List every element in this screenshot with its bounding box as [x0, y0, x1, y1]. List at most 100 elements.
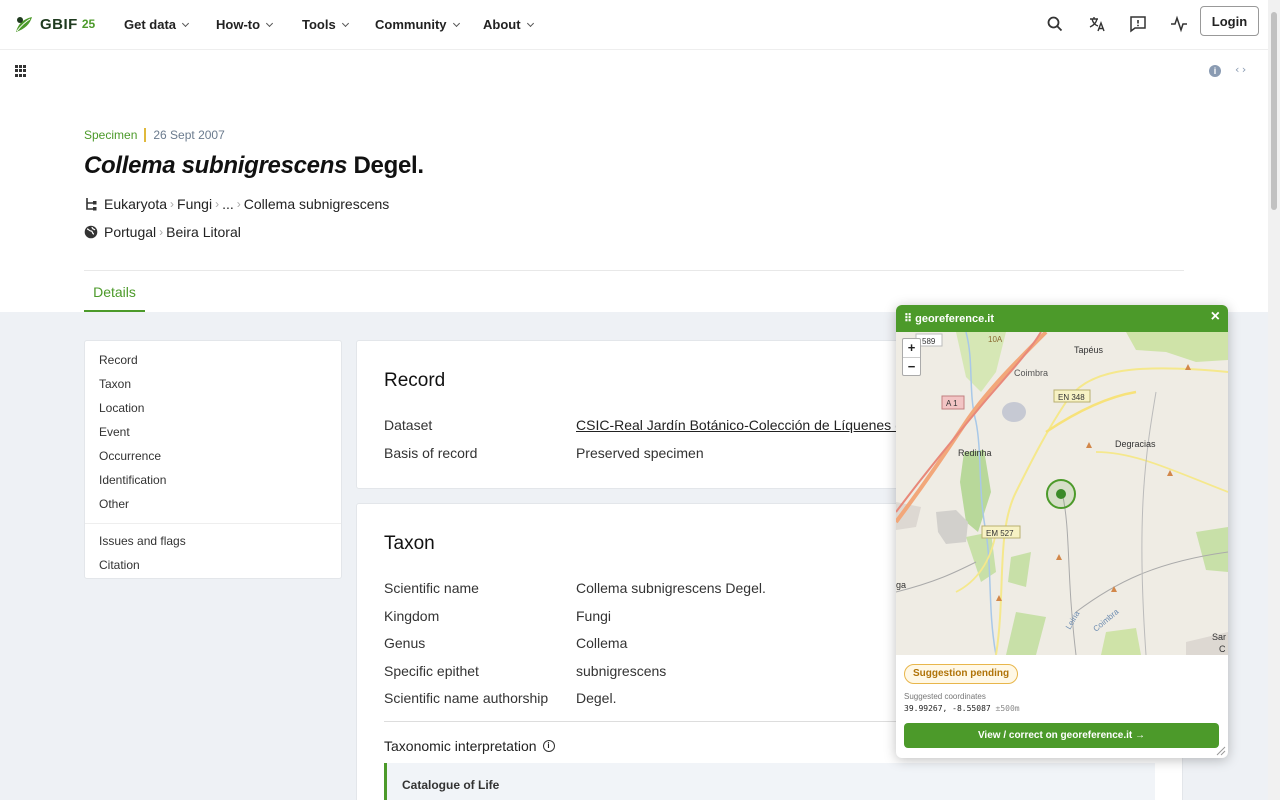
resize-handle-icon[interactable] — [1216, 746, 1226, 756]
activity-icon[interactable] — [1170, 15, 1188, 33]
coords-value: 39.99267, -8.55087 — [904, 704, 991, 713]
feedback-icon[interactable] — [1129, 15, 1147, 33]
map-label: Degracias — [1115, 439, 1156, 449]
sidebar-divider — [85, 523, 341, 524]
sidebar-item-other[interactable]: Other — [85, 495, 341, 519]
page-scrollbar[interactable] — [1268, 0, 1280, 800]
record-type: Specimen — [84, 128, 138, 142]
breadcrumb-item[interactable]: Fungi — [177, 196, 212, 212]
sidebar-item-identification[interactable]: Identification — [85, 471, 341, 495]
chevron-down-icon — [341, 19, 349, 27]
row-label: Specific epithet — [384, 663, 479, 679]
nav-how-to[interactable]: How-to — [216, 17, 274, 32]
location-breadcrumb: Portugal › Beira Litoral — [84, 222, 1184, 242]
taxon-card-title: Taxon — [384, 533, 435, 554]
row-label: Kingdom — [384, 608, 440, 624]
logo-text: GBIF — [40, 15, 78, 33]
breadcrumb-item[interactable]: Beira Litoral — [166, 224, 241, 240]
nav-label: Tools — [302, 17, 336, 32]
info-icon[interactable]: i — [1209, 65, 1221, 77]
georeference-popup: ⠿ georeference.it × 589 10A Coimbra Tapé… — [896, 305, 1228, 758]
nav-tools[interactable]: Tools — [302, 17, 349, 32]
row-label: Genus — [384, 635, 426, 651]
row-value: subnigrescens — [576, 663, 667, 679]
coords-accuracy: ±500m — [995, 704, 1020, 713]
tabs-divider — [84, 270, 1184, 271]
title-scientific-name: Collema subnigrescens — [84, 152, 348, 179]
sidebar-item-occurrence[interactable]: Occurrence — [85, 447, 341, 471]
map-label: EN 348 — [1058, 393, 1085, 402]
map-label: 589 — [922, 337, 936, 346]
map-label: Tapéus — [1074, 345, 1104, 355]
map-label: Sar — [1212, 632, 1226, 642]
record-header: Specimen 26 Sept 2007 Collema subnigresc… — [84, 128, 1184, 242]
sidebar-item-taxon[interactable]: Taxon — [85, 375, 341, 399]
tab-details[interactable]: Details — [84, 284, 145, 312]
map-label: C — [1219, 644, 1226, 654]
coords-label: Suggested coordinates — [904, 692, 986, 701]
record-card-title: Record — [384, 370, 446, 391]
logo-anniversary: 25 — [81, 17, 96, 31]
taxonomy-breadcrumb: Eukaryota › Fungi › ... › Collema subnigres… — [84, 194, 1184, 214]
sidebar-item-location[interactable]: Location — [85, 399, 341, 423]
breadcrumb-item[interactable]: Collema subnigrescens — [244, 196, 390, 212]
zoom-out-button[interactable]: − — [903, 357, 920, 375]
nav-label: Get data — [124, 17, 177, 32]
sidebar-item-issues[interactable]: Issues and flags — [85, 532, 341, 556]
page-title: Collema subnigrescens Degel. — [84, 152, 1184, 180]
popup-header[interactable]: ⠿ georeference.it × — [896, 305, 1228, 332]
top-navigation: GBIF 25 Get data How-to Tools Community … — [0, 0, 1268, 50]
nav-community[interactable]: Community — [375, 17, 460, 32]
chevron-down-icon — [526, 19, 534, 27]
row-value: Collema — [576, 635, 628, 651]
sidebar-item-citation[interactable]: Citation — [85, 556, 341, 580]
globe-icon — [84, 225, 98, 239]
map-label: ga — [896, 580, 906, 590]
breadcrumb-item[interactable]: Portugal — [104, 224, 156, 240]
chevron-down-icon — [266, 19, 274, 27]
code-icon[interactable]: ‹› — [1234, 63, 1247, 76]
row-label: Scientific name authorship — [384, 690, 549, 706]
map-label: Coimbra — [1014, 368, 1048, 378]
view-correct-button[interactable]: View / correct on georeference.it → — [904, 723, 1219, 748]
close-icon[interactable]: × — [1211, 309, 1220, 325]
zoom-in-button[interactable]: + — [903, 339, 920, 357]
sidebar-item-record[interactable]: Record — [85, 351, 341, 375]
map-label: Redinha — [958, 448, 992, 458]
col-label: Catalogue of Life — [402, 778, 500, 792]
login-button[interactable]: Login — [1200, 6, 1259, 36]
nav-about[interactable]: About — [483, 17, 534, 32]
zoom-controls: + − — [902, 338, 921, 376]
map-label: A 1 — [946, 399, 958, 408]
nav-label: About — [483, 17, 521, 32]
gbif-leaf-icon — [16, 17, 32, 32]
map-label: EM 527 — [986, 529, 1014, 538]
map-view[interactable]: 589 10A Coimbra Tapéus EN 348 A 1 Degrac… — [896, 332, 1228, 655]
scrollbar-thumb[interactable] — [1271, 12, 1277, 210]
map-tiles: 589 10A Coimbra Tapéus EN 348 A 1 Degrac… — [896, 332, 1228, 655]
row-value: Preserved specimen — [576, 445, 704, 461]
breadcrumb-item[interactable]: ... — [222, 196, 234, 212]
catalogue-of-life-box: Catalogue of Life — [384, 763, 1155, 800]
interp-label: Taxonomic interpretation — [384, 738, 537, 754]
search-icon[interactable] — [1046, 15, 1064, 33]
section-sidebar: Record Taxon Location Event Occurrence I… — [84, 340, 342, 579]
popup-title: ⠿ georeference.it — [904, 313, 994, 325]
translate-icon[interactable] — [1088, 15, 1106, 33]
suggested-coords: 39.99267, -8.55087 ±500m — [904, 704, 1020, 713]
info-icon[interactable]: i — [542, 740, 555, 752]
gbif-logo[interactable]: GBIF 25 — [14, 14, 95, 34]
nav-label: How-to — [216, 17, 261, 32]
kicker-divider — [144, 128, 147, 142]
row-label: Basis of record — [384, 445, 478, 461]
map-label: 10A — [988, 335, 1003, 344]
row-label: Scientific name — [384, 580, 479, 596]
sidebar-item-event[interactable]: Event — [85, 423, 341, 447]
apps-grid-icon[interactable] — [15, 65, 27, 77]
row-value: Collema subnigrescens Degel. — [576, 580, 766, 596]
breadcrumb-item[interactable]: Eukaryota — [104, 196, 167, 212]
record-kicker: Specimen 26 Sept 2007 — [84, 128, 1184, 142]
chevron-down-icon — [181, 19, 190, 27]
row-value: Degel. — [576, 690, 617, 706]
nav-get-data[interactable]: Get data — [124, 17, 190, 32]
